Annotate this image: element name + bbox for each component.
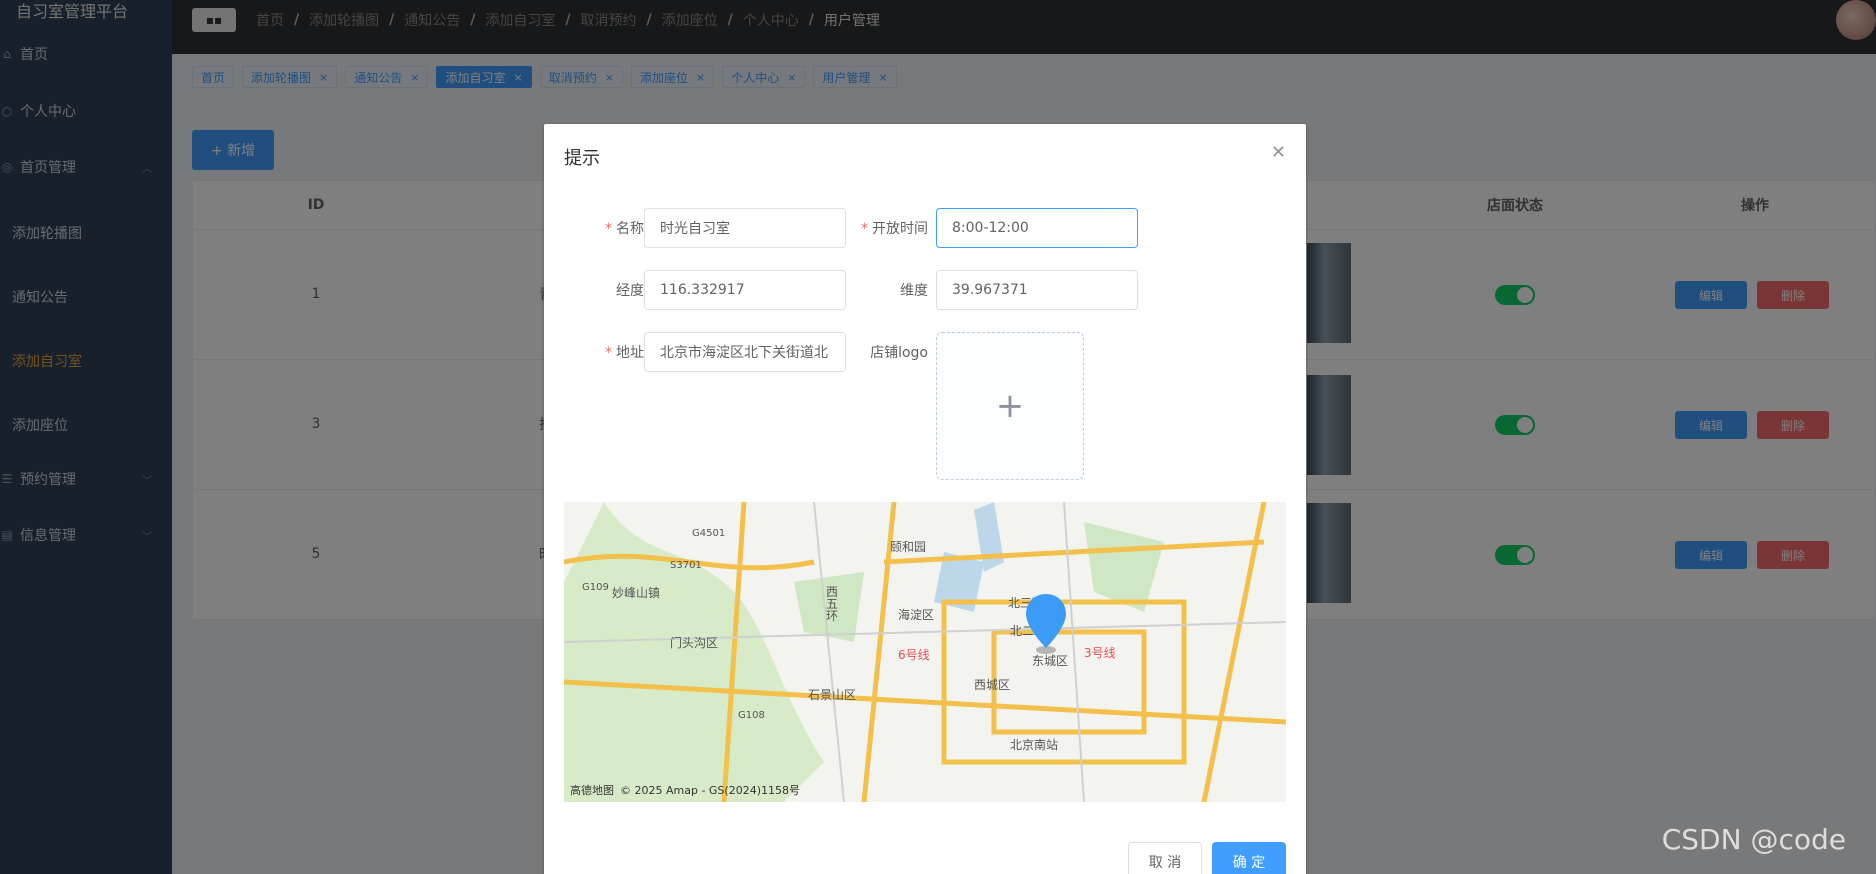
map-view[interactable]: 颐和园 海淀区 门头沟区 石景山区 西城区 东城区 北三环 北二环 6号线 3号…	[564, 502, 1286, 802]
open-time-label: * 开放时间	[861, 221, 928, 237]
amap-logo: 高德地图	[570, 784, 614, 797]
confirm-button[interactable]: 确 定	[1212, 842, 1286, 874]
room-dialog: 提示 ✕ * 名称 时光自习室 * 开放时间 8:00-12:00 经度 116.3…	[544, 124, 1306, 874]
map-label: 妙峰山镇	[612, 586, 661, 600]
map-label: S3701	[670, 560, 702, 571]
address-label: * 地址	[605, 345, 644, 361]
map-label: 6号线	[898, 648, 930, 662]
address-input[interactable]: 北京市海淀区北下关街道北	[644, 332, 846, 372]
dialog-title: 提示	[564, 148, 600, 169]
longitude-label: 经度	[616, 283, 644, 299]
map-label: 门头沟区	[670, 636, 719, 650]
map-label: G4501	[692, 528, 726, 539]
map-label: 西五环	[826, 585, 839, 623]
latitude-label: 维度	[900, 283, 928, 299]
logo-upload[interactable]: +	[936, 332, 1084, 480]
map-label: 石景山区	[808, 688, 857, 702]
map-label: 3号线	[1084, 646, 1116, 660]
map-label: 海淀区	[898, 608, 935, 622]
longitude-input[interactable]: 116.332917	[644, 270, 846, 310]
map-label: G109	[582, 582, 609, 593]
open-time-input[interactable]: 8:00-12:00	[936, 208, 1138, 248]
logo-label: 店铺logo	[870, 345, 928, 361]
map-label: 西城区	[974, 678, 1011, 692]
watermark: CSDN @code	[1661, 823, 1846, 856]
plus-icon: +	[995, 386, 1025, 426]
name-input[interactable]: 时光自习室	[644, 208, 846, 248]
latitude-input[interactable]: 39.967371	[936, 270, 1138, 310]
close-icon[interactable]: ✕	[1271, 142, 1286, 163]
map-copyright: © 2025 Amap - GS(2024)1158号	[620, 784, 800, 797]
map-label: 北京南站	[1010, 738, 1059, 752]
cancel-button[interactable]: 取 消	[1128, 842, 1202, 874]
map-label: G108	[738, 710, 765, 721]
map-label: 颐和园	[890, 540, 927, 554]
location-pin-icon	[1026, 594, 1066, 654]
name-label: * 名称	[605, 221, 644, 237]
app-root: 自习室管理平台 ⌂ 首页 ○ 个人中心 ◎ 首页管理 ︿ 添加轮播图 通知公告 …	[0, 0, 1876, 874]
map-footer: 高德地图 © 2025 Amap - GS(2024)1158号	[570, 782, 800, 798]
